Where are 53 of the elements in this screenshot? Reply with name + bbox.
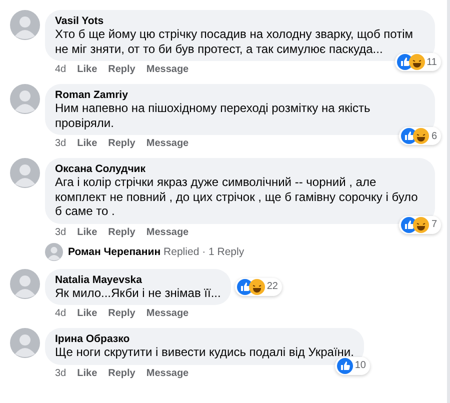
comment-action-link[interactable]: Reply bbox=[108, 138, 136, 150]
comment-text: Ага і колір стрічки якраз дуже символічний -- чорний , але комплект не повний , до цих стрічок , ще б гамівну сорочку і було б саме то . bbox=[55, 175, 419, 218]
comment-action-link[interactable]: Like bbox=[77, 226, 98, 238]
reaction-count: 6 bbox=[431, 130, 437, 144]
comment-action-link[interactable]: Reply bbox=[108, 368, 136, 380]
reaction-count: 11 bbox=[426, 56, 437, 70]
comment-action-link[interactable]: Like bbox=[77, 308, 98, 320]
laughing-emoji-icon bbox=[413, 216, 430, 232]
comment-action-link[interactable]: Reply bbox=[108, 308, 136, 320]
reaction-count: 22 bbox=[266, 280, 278, 294]
comment-text: Хто б ще йому цю стрічку посадив на холодну зварку, щоб потім не міг зняти, от то би був протест, а так симулює паскуда... bbox=[55, 27, 414, 56]
comment-time[interactable]: 3d bbox=[55, 226, 66, 238]
comment-time[interactable]: 4d bbox=[55, 308, 66, 320]
comment-action-link[interactable]: Message bbox=[146, 226, 189, 238]
reaction-summary[interactable]: 22 bbox=[234, 278, 282, 296]
laughing-emoji-icon bbox=[248, 278, 265, 295]
comment-action-link[interactable]: Reply bbox=[108, 64, 136, 76]
reaction-summary[interactable]: 6 bbox=[399, 127, 441, 145]
reaction-count: 10 bbox=[354, 359, 366, 373]
avatar-icon bbox=[10, 10, 40, 40]
comment-action-link[interactable]: Message bbox=[146, 308, 189, 320]
author-name[interactable]: Оксана Солудчик bbox=[55, 163, 425, 175]
avatar-icon bbox=[45, 242, 63, 260]
replies-link[interactable]: Replied · 1 Reply bbox=[164, 246, 244, 258]
comment-text: Ще ноги скрутити і вивести кудись подалі від України. bbox=[55, 345, 354, 360]
comment-text: Ним напевно на пішохідному переході розмітку на якість провіряли. bbox=[55, 101, 372, 130]
comment-text: Як мило...Якби і не знімав її... bbox=[55, 286, 221, 300]
author-name[interactable]: Roman Zamriy bbox=[55, 89, 425, 101]
reply-author[interactable]: Роман Черепанин bbox=[68, 246, 161, 258]
comment-action-link[interactable]: Reply bbox=[108, 226, 136, 238]
reaction-count: 7 bbox=[431, 218, 437, 232]
comment-time[interactable]: 4d bbox=[55, 64, 66, 76]
reaction-summary[interactable]: 11 bbox=[394, 53, 441, 71]
comment-time[interactable]: 3d bbox=[55, 368, 66, 380]
reaction-summary[interactable]: 10 bbox=[334, 356, 370, 374]
comment-time[interactable]: 3d bbox=[55, 138, 66, 150]
avatar-icon bbox=[10, 268, 40, 298]
avatar-icon bbox=[10, 84, 40, 114]
comment-action-link[interactable]: Message bbox=[146, 138, 189, 150]
reaction-summary[interactable]: 7 bbox=[399, 216, 441, 234]
comment-action-link[interactable]: Like bbox=[77, 368, 98, 380]
author-name[interactable]: Vasil Yots bbox=[55, 15, 425, 27]
comment-action-link[interactable]: Like bbox=[77, 64, 98, 76]
laughing-emoji-icon bbox=[413, 128, 430, 144]
author-name[interactable]: Ірина Образко bbox=[55, 333, 354, 345]
avatar-icon bbox=[10, 328, 40, 358]
comment-action-link[interactable]: Like bbox=[77, 138, 98, 150]
laughing-emoji-icon bbox=[408, 54, 425, 70]
like-icon bbox=[336, 358, 353, 374]
author-name[interactable]: Natalia Mayevska bbox=[55, 274, 221, 286]
avatar-icon bbox=[10, 158, 40, 188]
comment-action-link[interactable]: Message bbox=[146, 64, 189, 76]
comment-action-link[interactable]: Message bbox=[146, 368, 189, 380]
